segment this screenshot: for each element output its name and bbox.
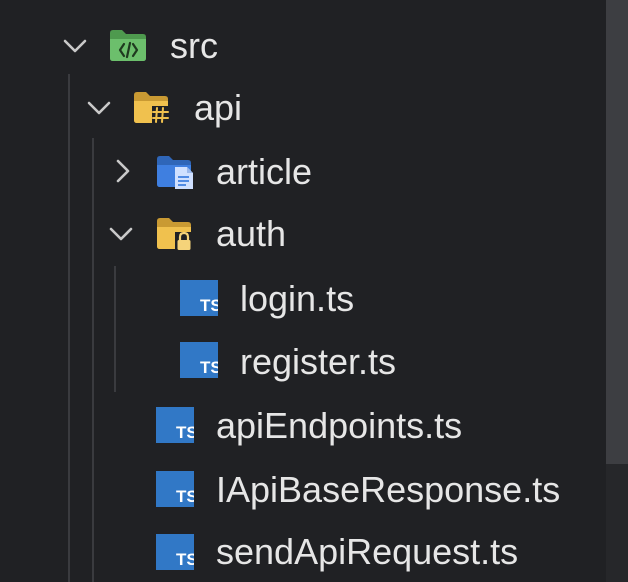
vertical-scrollbar-thumb[interactable] [606, 0, 628, 464]
svg-text:TS: TS [200, 296, 218, 315]
tree-item-label: login.ts [240, 278, 355, 319]
typescript-file-icon: TS [156, 534, 194, 570]
chevron-down-icon[interactable] [86, 95, 112, 121]
chevron-down-icon[interactable] [108, 221, 134, 247]
tree-item-label: api [194, 87, 243, 128]
tree-item-src[interactable]: src [0, 18, 600, 74]
chevron-right-icon[interactable] [110, 158, 136, 184]
tree-item-label: register.ts [240, 341, 397, 382]
tree-item-file[interactable]: TS IApiBaseResponse.ts [0, 462, 600, 518]
file-explorer: src api article auth TS login.ts TS regi… [0, 0, 628, 582]
chevron-fragment-icon [146, 0, 166, 4]
folder-doc-icon [157, 156, 193, 189]
folder-lock-icon [157, 218, 193, 251]
tree-item-label: sendApiRequest.ts [216, 531, 519, 572]
tree-item-file[interactable]: TS login.ts [0, 270, 600, 326]
typescript-file-icon: TS [180, 342, 218, 378]
typescript-file-icon: TS [180, 280, 218, 316]
typescript-file-icon: TS [156, 471, 194, 507]
folder-code-icon [110, 30, 146, 61]
folder-hash-icon [134, 92, 170, 124]
tree-item-label: apiEndpoints.ts [216, 405, 463, 446]
svg-text:TS: TS [176, 550, 194, 569]
tree-item-auth[interactable]: auth [0, 206, 600, 262]
tree-item-file[interactable]: TS apiEndpoints.ts [0, 398, 600, 454]
tree-item-article[interactable]: article [0, 144, 600, 200]
tree-item-file[interactable]: TS register.ts [0, 334, 600, 390]
svg-text:TS: TS [176, 487, 194, 506]
tree-item-file[interactable]: TS sendApiRequest.ts [0, 524, 600, 580]
tree-item-label: IApiBaseResponse.ts [216, 469, 561, 510]
tree-item-label: auth [216, 213, 287, 254]
typescript-file-icon: TS [156, 407, 194, 443]
chevron-down-icon[interactable] [62, 33, 88, 59]
svg-text:TS: TS [200, 358, 218, 377]
svg-text:TS: TS [176, 423, 194, 442]
tree-item-label: src [170, 25, 218, 66]
tree-item-api[interactable]: api [0, 80, 600, 136]
tree-item-label: article [216, 151, 313, 192]
